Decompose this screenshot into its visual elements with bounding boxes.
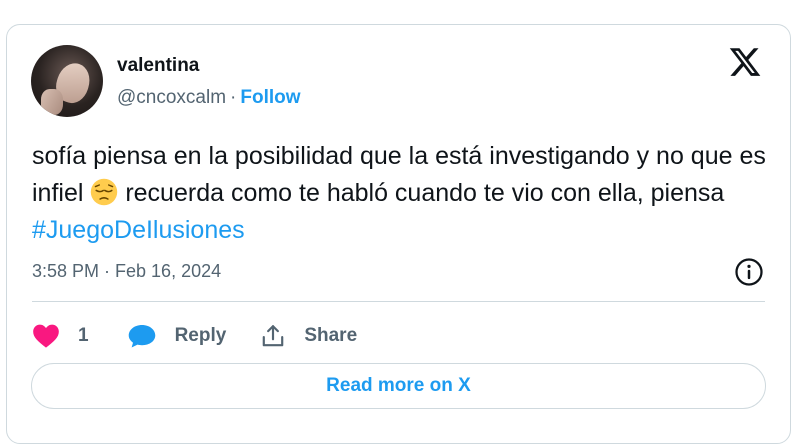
share-icon	[263, 325, 284, 347]
avatar[interactable]	[31, 45, 103, 117]
tweet-card: valentina @cncoxcalm · Follow sofía piensa…	[6, 24, 791, 444]
user-name[interactable]: valentina	[117, 55, 199, 77]
heart-icon	[33, 324, 59, 348]
read-more-label: Read more on X	[326, 375, 471, 396]
avatar-hand	[41, 89, 63, 115]
action-bar: 1 Reply Share	[32, 320, 357, 352]
like-count: 1	[78, 325, 89, 346]
handle-row: @cncoxcalm · Follow	[117, 87, 301, 109]
share-button[interactable]: Share	[260, 323, 357, 349]
follow-button[interactable]: Follow	[240, 87, 300, 108]
separator-dot: ·	[230, 87, 237, 108]
share-label: Share	[304, 325, 358, 346]
divider	[32, 301, 765, 302]
pensive-emoji	[91, 178, 118, 206]
tweet-text: sofía piensa en la posibilidad que la es…	[32, 138, 772, 249]
like-button[interactable]: 1	[32, 323, 127, 349]
read-more-button[interactable]: Read more on X	[31, 363, 766, 409]
tweet-timestamp[interactable]: 3:58 PM · Feb 16, 2024	[32, 261, 221, 282]
info-icon[interactable]	[734, 257, 764, 287]
reply-button[interactable]: Reply	[127, 323, 261, 349]
hashtag-link[interactable]: #JuegoDeIlusiones	[32, 216, 245, 244]
reply-bubble-icon	[128, 325, 155, 348]
tweet-text-part2: recuerda como te habló cuando te vio con…	[125, 179, 725, 207]
user-handle[interactable]: @cncoxcalm	[117, 87, 226, 108]
x-logo-icon[interactable]	[728, 45, 762, 79]
reply-label: Reply	[174, 325, 227, 346]
